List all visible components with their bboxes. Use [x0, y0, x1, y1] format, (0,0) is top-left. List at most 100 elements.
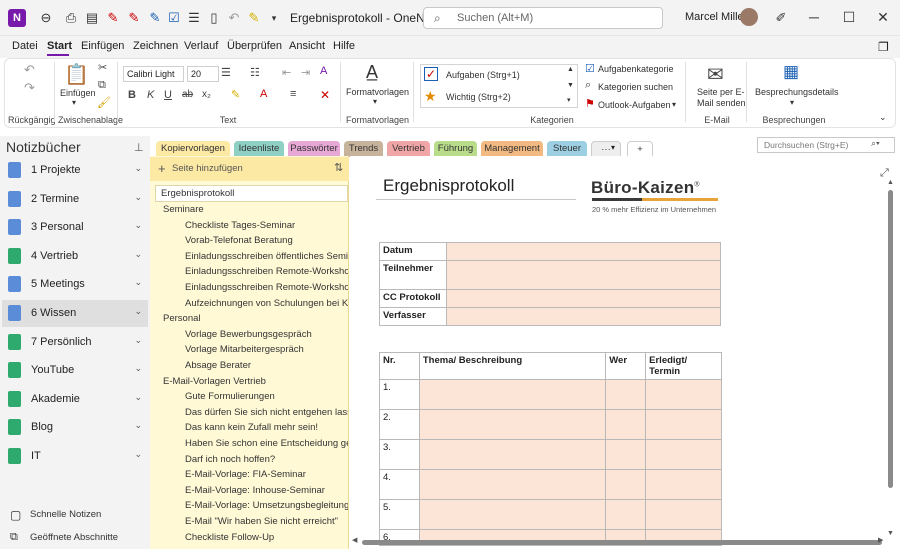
- nb-search-icon[interactable]: ⌕▾: [871, 138, 880, 149]
- page-item[interactable]: Das kann kein Zufall mehr sein!: [185, 422, 348, 433]
- page-item[interactable]: E-Mail-Vorlagen Vertrieb: [163, 376, 348, 387]
- sort-pages-icon[interactable]: ⇅: [334, 161, 343, 174]
- email-page-button-line2[interactable]: Mail senden: [697, 98, 746, 108]
- menu-hilfe[interactable]: Hilfe: [333, 40, 355, 52]
- find-categories-button[interactable]: Kategorien suchen: [598, 82, 673, 92]
- styles-button[interactable]: Formatvorlagen: [346, 87, 409, 97]
- scroll-right-icon[interactable]: ▶: [878, 536, 883, 544]
- task-cell[interactable]: [418, 439, 607, 470]
- menu-verlauf[interactable]: Verlauf: [184, 40, 218, 52]
- chevron-down-icon[interactable]: ⌄: [134, 392, 142, 403]
- notebook-item[interactable]: Blog ⌄: [2, 414, 148, 441]
- notebook-item[interactable]: YouTube ⌄: [2, 357, 148, 384]
- font-size-select[interactable]: 20: [187, 66, 219, 82]
- pen-red-2-icon[interactable]: ✎: [125, 9, 143, 27]
- section-tab[interactable]: Steuer: [547, 141, 587, 157]
- clear-formatting-icon[interactable]: ✕: [320, 88, 330, 102]
- outlook-tasks-button[interactable]: Outlook-Aufgaben: [598, 100, 671, 110]
- task-cell[interactable]: [605, 499, 647, 530]
- section-more-chevron-icon[interactable]: ▾: [611, 143, 615, 152]
- align-icon[interactable]: ≡: [290, 88, 296, 100]
- page-item[interactable]: E-Mail-Vorlage: Umsetzungsbegleitung: [185, 500, 348, 511]
- chevron-down-icon[interactable]: ⌄: [134, 192, 142, 203]
- page-item[interactable]: Vorlage Bewerbungsgespräch: [185, 329, 348, 340]
- undo-icon[interactable]: ↶: [24, 62, 35, 78]
- task-cell[interactable]: [418, 409, 607, 440]
- task-cell[interactable]: [418, 469, 607, 500]
- vertical-scrollbar[interactable]: [888, 190, 893, 488]
- back-icon[interactable]: ⊖: [37, 9, 55, 27]
- minimize-button[interactable]: ─: [796, 0, 832, 34]
- cut-icon[interactable]: ✂: [98, 61, 107, 74]
- task-cell[interactable]: [605, 379, 647, 410]
- checkbox-icon[interactable]: ☑: [165, 9, 183, 27]
- page-item[interactable]: Einladungsschreiben öffentliches Seminar: [185, 251, 348, 262]
- page-item[interactable]: Haben Sie schon eine Entscheidung getro: [185, 438, 348, 449]
- page-item[interactable]: Aufzeichnungen von Schulungen bei Kun: [185, 298, 348, 309]
- indent-icon[interactable]: ⇥: [301, 66, 310, 79]
- notebook-item[interactable]: IT ⌄: [2, 443, 148, 470]
- chevron-down-icon[interactable]: ⌄: [134, 277, 142, 288]
- scroll-left-icon[interactable]: ◀: [352, 536, 357, 544]
- info-value-cell[interactable]: [446, 242, 721, 261]
- chevron-down-icon[interactable]: ⌄: [134, 249, 142, 260]
- page-item[interactable]: Das dürfen Sie sich nicht entgehen lasse…: [185, 407, 348, 418]
- scroll-up-icon[interactable]: ▲: [887, 179, 894, 186]
- user-name[interactable]: Marcel Miller: [685, 11, 747, 23]
- section-tab[interactable]: Vertrieb: [387, 141, 430, 157]
- avatar[interactable]: [740, 8, 758, 26]
- outdent-icon[interactable]: ⇤: [282, 66, 291, 79]
- tags-scroll-down-icon[interactable]: ▼: [567, 82, 574, 89]
- section-tab[interactable]: Trends: [344, 141, 383, 157]
- section-tab[interactable]: Ideenliste: [234, 141, 284, 157]
- numbering-icon[interactable]: ☷: [250, 66, 260, 79]
- section-tab[interactable]: Management: [481, 141, 543, 157]
- close-button[interactable]: ✕: [865, 0, 900, 34]
- open-sections-link[interactable]: Geöffnete Abschnitte: [30, 532, 118, 543]
- tag-todo[interactable]: Aufgaben (Strg+1): [446, 70, 520, 80]
- page-item[interactable]: Darf ich noch hoffen?: [185, 454, 348, 465]
- bullets-icon[interactable]: ☰: [221, 66, 231, 79]
- pin-icon[interactable]: ⊥: [134, 141, 144, 154]
- menu-start[interactable]: Start: [47, 40, 72, 52]
- section-more-button[interactable]: ···: [591, 141, 621, 157]
- task-cell[interactable]: [645, 499, 722, 530]
- chevron-down-icon[interactable]: ⌄: [134, 363, 142, 374]
- ribbon-collapse-chevron-icon[interactable]: ⌄: [879, 112, 887, 123]
- page-title[interactable]: Ergebnisprotokoll: [383, 176, 514, 196]
- add-page-button[interactable]: Seite hinzufügen: [172, 163, 243, 174]
- pen-red-icon[interactable]: ✎: [104, 9, 122, 27]
- task-cell[interactable]: [605, 439, 647, 470]
- subscript-icon[interactable]: x₂: [202, 89, 211, 100]
- chevron-down-icon[interactable]: ⌄: [134, 449, 142, 460]
- page-item[interactable]: Vorlage Mitarbeitergespräch: [185, 344, 348, 355]
- task-table[interactable]: Nr. Thema/ Beschreibung Wer Erledigt/ Termi…: [379, 352, 722, 546]
- add-section-button[interactable]: +: [627, 141, 653, 157]
- meeting-details-chevron-icon[interactable]: ▾: [790, 98, 794, 107]
- page-item[interactable]: Einladungsschreiben Remote-Workshop: [185, 266, 348, 277]
- tag-important[interactable]: Wichtig (Strg+2): [446, 92, 511, 102]
- meeting-details-button[interactable]: Besprechungsdetails: [755, 87, 839, 97]
- paste-chevron-icon[interactable]: ▾: [72, 98, 76, 107]
- horizontal-scrollbar[interactable]: [362, 540, 882, 545]
- font-color-icon[interactable]: A: [260, 88, 267, 100]
- task-cell[interactable]: [418, 379, 607, 410]
- task-cell[interactable]: [645, 409, 722, 440]
- menu-zeichnen[interactable]: Zeichnen: [133, 40, 178, 52]
- task-cell[interactable]: [605, 409, 647, 440]
- section-tab[interactable]: Passwörter: [288, 141, 340, 157]
- page-item[interactable]: E-Mail-Vorlage: Inhouse-Seminar: [185, 485, 348, 496]
- task-cell[interactable]: [605, 469, 647, 500]
- undo-icon[interactable]: ↶: [225, 9, 243, 27]
- outlook-tasks-chevron-icon[interactable]: ▾: [672, 100, 676, 109]
- notebook-item[interactable]: 5 Meetings ⌄: [2, 271, 148, 298]
- menu-einfuegen[interactable]: Einfügen: [81, 40, 124, 52]
- page-item[interactable]: Absage Berater: [185, 360, 348, 371]
- task-category-button[interactable]: Aufgabenkategorie: [598, 64, 674, 74]
- section-tab[interactable]: Führung: [434, 141, 477, 157]
- page-item[interactable]: Personal: [163, 313, 348, 324]
- page-item[interactable]: Seminare: [163, 204, 348, 215]
- notebook-item[interactable]: 2 Termine ⌄: [2, 186, 148, 213]
- info-value-cell[interactable]: [446, 289, 721, 308]
- copy-icon[interactable]: ⧉: [98, 79, 106, 92]
